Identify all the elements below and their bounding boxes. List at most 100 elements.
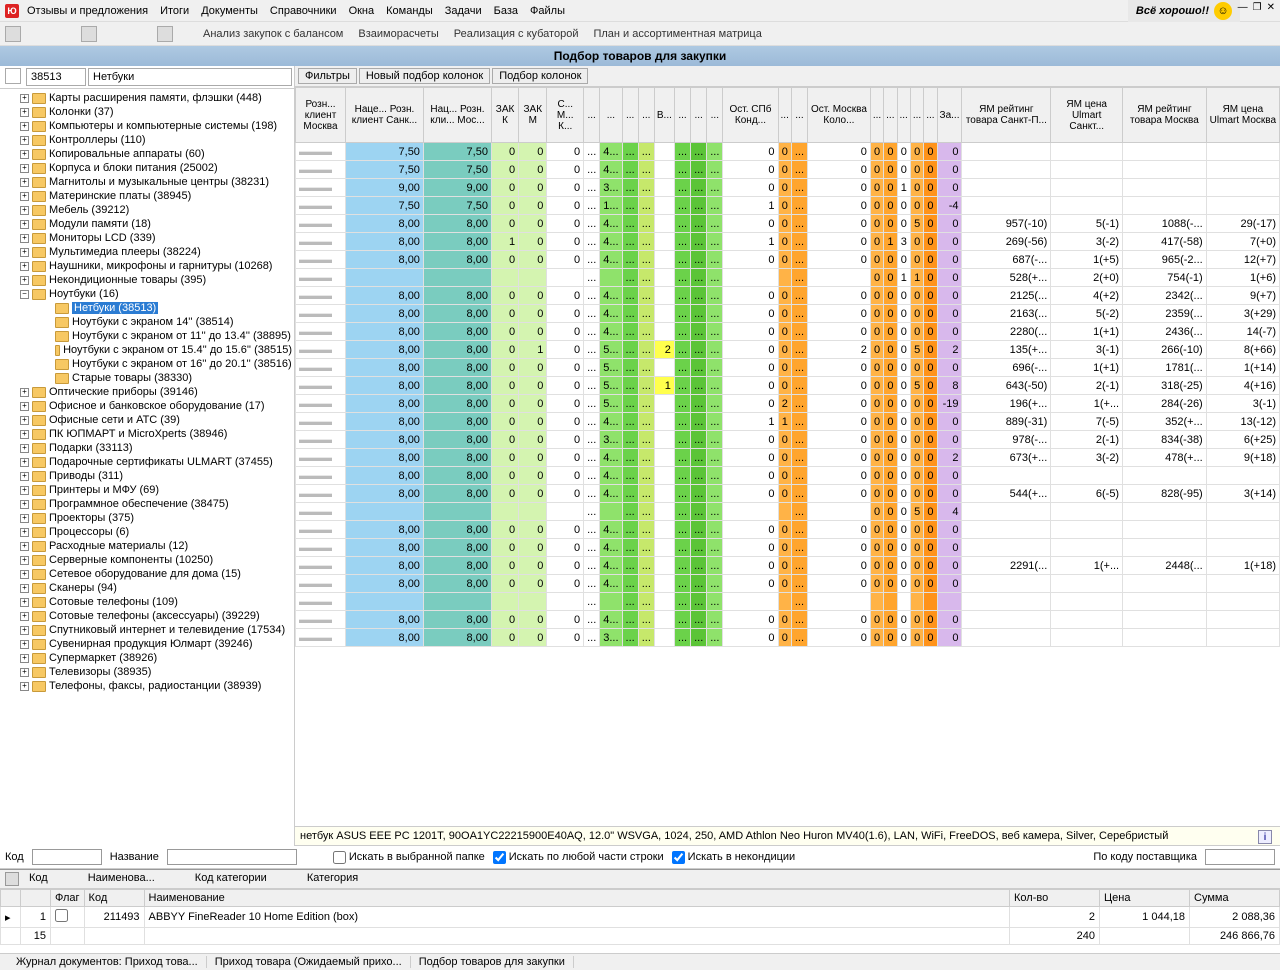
grid-row[interactable]: ▬▬▬9,009,00000...3..................00..… (296, 179, 1280, 197)
minimize-icon[interactable]: — (1238, 2, 1248, 13)
tree-item[interactable]: +Офисные сети и АТС (39) (0, 413, 294, 427)
expander-icon[interactable]: + (20, 430, 29, 439)
grid-column-header[interactable]: ЯМ рейтинг товара Москва (1123, 88, 1207, 143)
grid-row[interactable]: ▬▬▬8,008,00000...4..................00..… (296, 485, 1280, 503)
grid-row[interactable]: ▬▬▬.....................001100528(+...2(… (296, 269, 1280, 287)
grid-row[interactable]: ▬▬▬7,507,50000...4..................00..… (296, 143, 1280, 161)
menu-База[interactable]: База (494, 5, 518, 17)
grid-column-header[interactable]: С... М... К... (547, 88, 584, 143)
category-name-input[interactable] (88, 68, 292, 86)
filter-button[interactable]: Фильтры (298, 68, 357, 84)
tree-item[interactable]: +Мультимедиа плееры (38224) (0, 245, 294, 259)
close-icon[interactable]: ✕ (1267, 2, 1275, 13)
expander-icon[interactable]: + (20, 444, 29, 453)
tree-collapse-icon[interactable] (5, 68, 21, 84)
expander-icon[interactable]: + (20, 514, 29, 523)
grid-row[interactable]: ▬▬▬8,008,00000...4..................00..… (296, 449, 1280, 467)
grid-row[interactable]: ▬▬▬..................... (296, 593, 1280, 611)
grid-row[interactable]: ▬▬▬7,507,50000...4..................00..… (296, 161, 1280, 179)
cart-header[interactable] (1, 890, 21, 907)
grid-column-header[interactable]: ЯМ рейтинг товара Санкт-П... (962, 88, 1051, 143)
grid-column-header[interactable]: ... (584, 88, 600, 143)
tree-item[interactable]: +Процессоры (6) (0, 525, 294, 539)
toolbar-icon-1[interactable] (5, 26, 21, 42)
grid-column-header[interactable]: ... (638, 88, 654, 143)
status-segment[interactable]: Журнал документов: Приход това... (8, 956, 207, 968)
supplier-code-input[interactable] (1205, 849, 1275, 865)
tree-item[interactable]: +Компьютеры и компьютерные системы (198) (0, 119, 294, 133)
grid-row[interactable]: ▬▬▬8,008,00000...3..................00..… (296, 431, 1280, 449)
menu-Документы[interactable]: Документы (201, 5, 258, 17)
category-tree[interactable]: +Карты расширения памяти, флэшки (448)+К… (0, 89, 294, 846)
tree-item[interactable]: +Материнские платы (38945) (0, 189, 294, 203)
grid-row[interactable]: ▬▬▬.....................000504 (296, 503, 1280, 521)
expander-icon[interactable]: + (20, 472, 29, 481)
expander-icon[interactable]: + (20, 248, 29, 257)
grid-row[interactable]: ▬▬▬8,008,00000...4..................00..… (296, 575, 1280, 593)
grid-column-header[interactable]: Ост. Москва Коло... (808, 88, 871, 143)
expander-icon[interactable]: + (20, 542, 29, 551)
expander-icon[interactable]: + (20, 94, 29, 103)
expander-icon[interactable]: + (20, 220, 29, 229)
tree-item[interactable]: +Подарочные сертификаты ULMART (37455) (0, 455, 294, 469)
filter-button[interactable]: Новый подбор колонок (359, 68, 490, 84)
expander-icon[interactable]: + (20, 458, 29, 467)
grid-column-header[interactable]: Ост. СПб Конд... (723, 88, 778, 143)
tree-item[interactable]: +Сотовые телефоны (аксессуары) (39229) (0, 609, 294, 623)
cart-flag-checkbox[interactable] (55, 909, 68, 922)
grid-column-header[interactable]: В... (654, 88, 674, 143)
tree-item[interactable]: +Спутниковый интернет и телевидение (175… (0, 623, 294, 637)
expander-icon[interactable]: + (20, 612, 29, 621)
menu-Отзывы и предложения[interactable]: Отзывы и предложения (27, 5, 148, 17)
expander-icon[interactable]: + (20, 262, 29, 271)
toolbar-link[interactable]: Реализация с кубаторой (454, 28, 579, 40)
grid-row[interactable]: ▬▬▬8,008,00100...4..................10..… (296, 233, 1280, 251)
grid-row[interactable]: ▬▬▬7,507,50000...1..................10..… (296, 197, 1280, 215)
tree-item[interactable]: Ноутбуки с экраном от 11'' до 13.4'' (38… (0, 329, 294, 343)
grid-column-header[interactable]: ЯМ цена Ulmart Москва (1206, 88, 1279, 143)
filter-button[interactable]: Подбор колонок (492, 68, 588, 84)
expander-icon[interactable]: + (20, 668, 29, 677)
tree-item[interactable]: +Наушники, микрофоны и гарнитуры (10268) (0, 259, 294, 273)
grid-row[interactable]: ▬▬▬8,008,00010...5.........2.........00.… (296, 341, 1280, 359)
grid-row[interactable]: ▬▬▬8,008,00000...4..................00..… (296, 521, 1280, 539)
expander-icon[interactable]: + (20, 276, 29, 285)
tree-item[interactable]: +Сканеры (94) (0, 581, 294, 595)
grid-row[interactable]: ▬▬▬8,008,00000...4..................00..… (296, 611, 1280, 629)
grid-column-header[interactable]: ... (778, 88, 791, 143)
cart-header[interactable]: Цена (1100, 890, 1190, 907)
tree-item[interactable]: Старые товары (38330) (0, 371, 294, 385)
tree-item[interactable]: +Карты расширения памяти, флэшки (448) (0, 91, 294, 105)
expander-icon[interactable]: + (20, 122, 29, 131)
expander-icon[interactable]: + (20, 570, 29, 579)
code-search-input[interactable] (32, 849, 102, 865)
grid-column-header[interactable]: Наце... Розн. клиент Санк... (346, 88, 424, 143)
expander-icon[interactable]: + (20, 584, 29, 593)
expander-icon[interactable]: + (20, 402, 29, 411)
grid-column-header[interactable]: ... (600, 88, 622, 143)
cart-header[interactable]: Код (84, 890, 144, 907)
tree-item[interactable]: Нетбуки (38513) (0, 301, 294, 315)
tree-item[interactable]: +Приводы (311) (0, 469, 294, 483)
expander-icon[interactable]: − (20, 290, 29, 299)
save-icon[interactable] (5, 872, 19, 886)
name-search-input[interactable] (167, 849, 297, 865)
tree-item[interactable]: +Супермаркет (38926) (0, 651, 294, 665)
grid-row[interactable]: ▬▬▬8,008,00000...4..................00..… (296, 557, 1280, 575)
cart-header[interactable] (21, 890, 51, 907)
tree-item[interactable]: +Сувенирная продукция Юлмарт (39246) (0, 637, 294, 651)
menu-Окна[interactable]: Окна (349, 5, 375, 17)
tree-item[interactable]: +Мебель (39212) (0, 203, 294, 217)
category-code-input[interactable] (26, 68, 86, 86)
tree-item[interactable]: +Оптические приборы (39146) (0, 385, 294, 399)
toolbar-link[interactable]: План и ассортиментная матрица (593, 28, 761, 40)
cart-header[interactable]: Флаг (51, 890, 85, 907)
grid-row[interactable]: ▬▬▬8,008,00000...4..................11..… (296, 413, 1280, 431)
expander-icon[interactable]: + (20, 192, 29, 201)
grid-column-header[interactable]: ... (691, 88, 707, 143)
cart-header[interactable]: Сумма (1190, 890, 1280, 907)
expander-icon[interactable]: + (20, 486, 29, 495)
tree-item[interactable]: +Колонки (37) (0, 105, 294, 119)
grid-row[interactable]: ▬▬▬8,008,00000...3..................00..… (296, 629, 1280, 647)
search-in-folder-checkbox[interactable] (333, 851, 346, 864)
